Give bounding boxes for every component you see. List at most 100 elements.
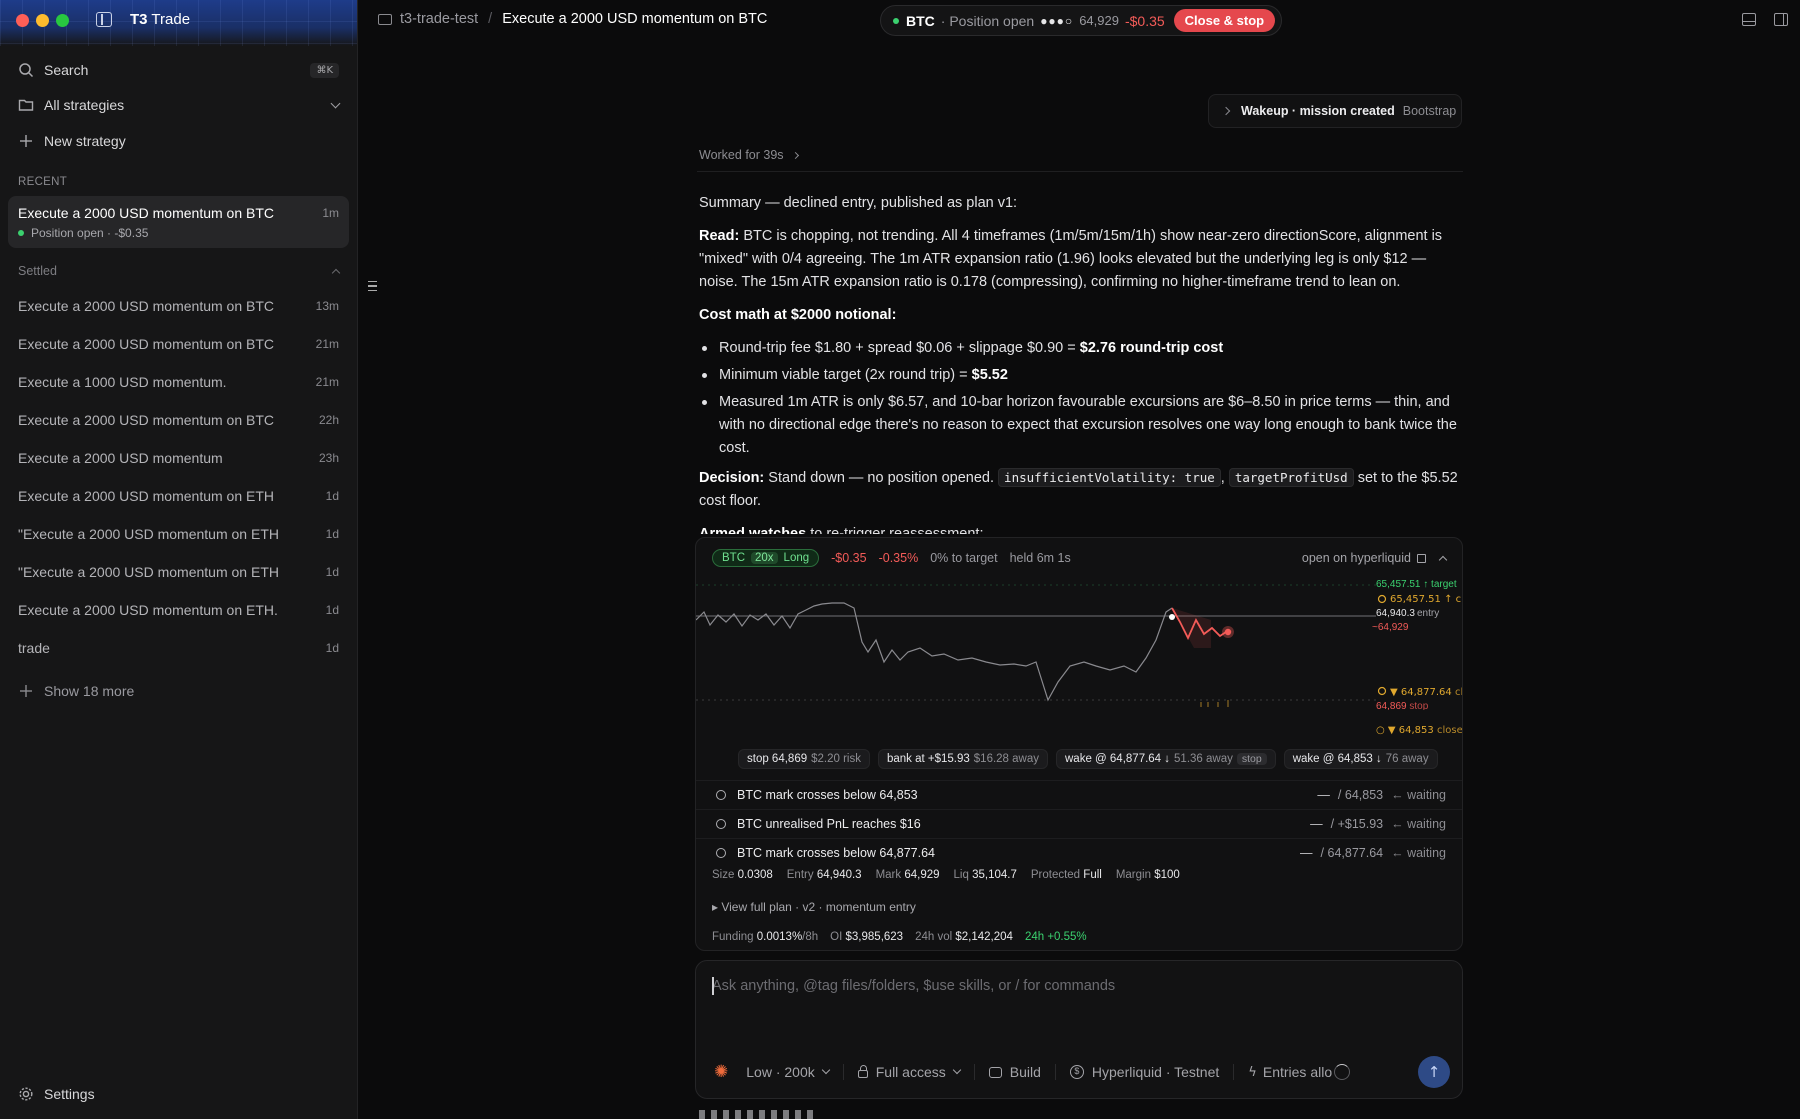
access-selector[interactable]: Full access [857,1064,962,1080]
dollar-coin-icon: $ [1069,1065,1084,1079]
divider [697,171,1463,172]
settings-button[interactable]: Settings [18,1081,339,1107]
strategy-title: Execute a 2000 USD momentum on ETH. [18,602,278,618]
strategy-item[interactable]: "Execute a 2000 USD momentum on ETH 1d [18,524,339,544]
position-status-pill[interactable]: BTC · Position open ●●●○ 64,929 -$0.35 C… [880,5,1283,36]
window-minimize-button[interactable] [36,14,49,27]
watch-target: / +$15.93 [1330,817,1384,831]
strategies-dropdown[interactable]: All strategies [18,92,341,118]
strategy-item-active[interactable]: Execute a 2000 USD momentum on BTC 1m Po… [8,196,349,248]
cost-list: Round-trip fee $1.80 + spread $0.06 + sl… [699,337,1459,460]
stat-mark: Mark 64,929 [875,869,940,881]
gear-icon [19,1087,33,1101]
sidebar-header: T3 Trade [0,0,357,46]
wakeup-event-chip[interactable]: Wakeup · mission created Bootstrap [1208,94,1462,128]
to-target: 0% to target [930,551,998,565]
open-on-hyperliquid-link[interactable]: open on hyperliquid [1302,551,1426,565]
strategy-time: 22h [318,413,339,427]
mode-build-button[interactable]: Build [988,1064,1041,1080]
strategy-item[interactable]: "Execute a 2000 USD momentum on ETH 1d [18,562,339,582]
breadcrumb: t3-trade-test / Execute a 2000 USD momen… [378,11,767,27]
position-price: 64,929 [1079,13,1119,28]
sidebar-toggle-icon[interactable] [96,12,112,27]
worked-label: Worked for 39s [699,148,784,162]
position-card-header: BTC 20x Long -$0.35 -0.35% 0% to target he… [712,548,1448,568]
sparkle-icon[interactable]: ✺ [714,1062,728,1082]
worked-for-toggle[interactable]: Worked for 39s [699,148,799,162]
folder-icon [18,99,34,111]
breadcrumb-title: Execute a 2000 USD momentum on BTC [502,11,768,27]
chevron-down-icon [952,1065,962,1075]
status-dot-icon [18,230,24,236]
order-chip[interactable]: wake @ 64,853 ↓ 76 away [1283,749,1438,769]
strategy-item[interactable]: Execute a 2000 USD momentum on ETH 1d [18,486,339,506]
right-panel-toggle-icon[interactable] [1774,13,1788,26]
watch1-label: ▼ 64,877.64 clo [1390,687,1463,698]
strategy-item[interactable]: Execute a 2000 USD momentum on BTC 21m [18,334,339,354]
pending-circle-icon [716,819,726,829]
search-shortcut: ⌘K [310,62,339,78]
watch-row[interactable]: BTC mark crosses below 64,877.64 — / 64,87… [696,838,1462,867]
strategy-time: 1d [325,641,339,655]
close-and-stop-button[interactable]: Close & stop [1173,9,1276,32]
venue-selector[interactable]: $ Hyperliquid · Testnet [1069,1064,1219,1080]
market-stats: Funding 0.0013%/8h OI $3,985,623 24h vol… [712,931,1087,943]
text-caret [712,977,714,995]
summary-line: Summary — declined entry, published as p… [699,195,1018,211]
show-more-button[interactable]: Show 18 more [18,678,339,704]
order-chip[interactable]: bank at +$15.93 $16.28 away [877,749,1048,769]
collapse-card-icon[interactable] [1438,555,1448,564]
entry-price-label: 64,940.3 [1376,608,1415,619]
window-zoom-button[interactable] [56,14,69,27]
order-chip[interactable]: stop 64,869 $2.20 risk [738,749,870,769]
strategy-item[interactable]: Execute a 1000 USD momentum. 21m [18,372,339,392]
strategy-item[interactable]: Execute a 2000 USD momentum on BTC 13m [18,296,339,316]
strategy-title: "Execute a 2000 USD momentum on ETH [18,564,279,580]
settled-section-toggle[interactable]: Settled [18,258,341,284]
app-title: T3 Trade [130,11,191,28]
order-chip[interactable]: wake @ 64,877.64 ↓ 51.36 away stop [1056,749,1276,769]
window-close-button[interactable] [16,14,29,27]
send-button[interactable]: ↑ [1418,1056,1450,1088]
strategy-item[interactable]: Execute a 2000 USD momentum 23h [18,448,339,468]
strategy-time: 13m [315,299,339,313]
watch-row[interactable]: BTC mark crosses below 64,853 — / 64,853 ← … [696,780,1462,809]
entry-word: entry [1417,608,1439,619]
new-strategy-button[interactable]: New strategy [18,128,339,154]
strategy-item[interactable]: Execute a 2000 USD momentum on ETH. 1d [18,600,339,620]
chip-tag: stop [1236,753,1267,765]
chevron-down-icon [821,1065,830,1075]
watch-label: BTC mark crosses below 64,877.64 [737,846,936,860]
strategy-item[interactable]: Execute a 2000 USD momentum on BTC 22h [18,410,339,430]
strategy-title: Execute a 2000 USD momentum on BTC [18,412,275,428]
status-dot-icon [893,17,899,24]
search-button[interactable]: Search ⌘K [18,57,339,83]
prompt-input[interactable] [712,975,1446,997]
entries-toggle[interactable]: ϟ Entries allo [1248,1064,1351,1080]
mark-label: ~64,929 [1372,622,1409,633]
sidebar: T3 Trade Search ⌘K All strategies New st… [0,0,358,1119]
strategy-time: 21m [315,375,339,389]
chevron-right-icon [791,151,799,159]
strategy-item[interactable]: trade 1d [18,638,339,658]
settled-section-label: Settled [18,264,57,278]
divider [842,1064,844,1080]
strategy-time: 1m [322,206,339,220]
view-full-plan-toggle[interactable]: ▸ View full plan · v2 · momentum entry [712,900,916,914]
bottom-panel-toggle-icon[interactable] [1742,13,1756,26]
loading-spinner-icon [1334,1064,1351,1080]
strategy-title: "Execute a 2000 USD momentum on ETH [18,526,279,542]
held-duration: held 6m 1s [1009,551,1071,565]
collapse-handle-icon[interactable] [368,281,377,291]
strategy-title: Execute a 2000 USD momentum on BTC [18,205,275,221]
arrow-up-icon: ↑ [1427,1063,1441,1081]
entry-dot [1169,614,1175,620]
chevron-up-icon [331,268,341,277]
list-item: Measured 1m ATR is only $6.57, and 10-ba… [699,391,1459,460]
watch-row[interactable]: BTC unrealised PnL reaches $16 — / +$15.93… [696,809,1462,838]
breadcrumb-project[interactable]: t3-trade-test [400,11,478,27]
model-selector[interactable]: Low · 200k [746,1064,830,1080]
stat-margin: Margin $100 [1115,869,1180,881]
watch-label: BTC unrealised PnL reaches $16 [737,817,921,831]
watch-state: ← waiting [1391,846,1446,860]
